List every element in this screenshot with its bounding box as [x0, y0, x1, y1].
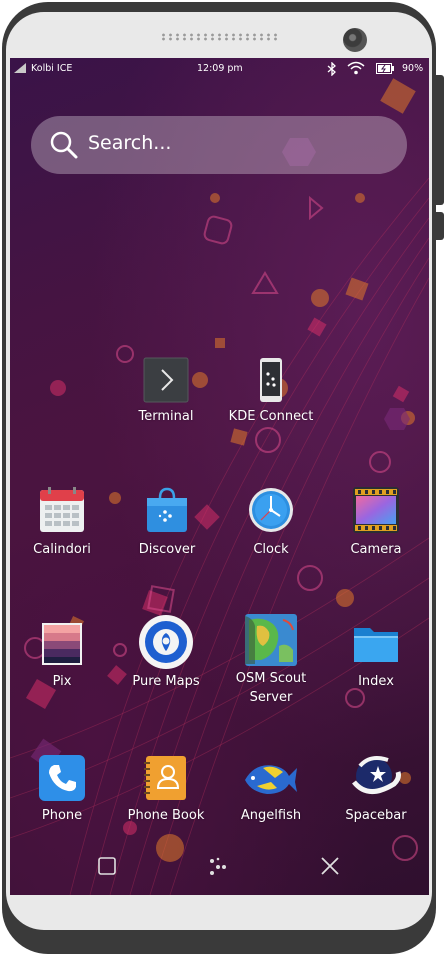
app-label-line1: OSM Scout — [235, 671, 307, 686]
app-clock[interactable]: Clock — [221, 486, 321, 566]
app-angelfish[interactable]: Angelfish — [221, 752, 321, 832]
carrier-name: Kolbi ICE — [31, 63, 73, 74]
app-label: Pure Maps — [132, 674, 200, 689]
app-pix[interactable]: Pix — [12, 618, 112, 698]
terminal-icon — [143, 357, 189, 403]
pure-maps-icon — [139, 615, 193, 669]
app-label: Pix — [52, 674, 72, 689]
app-label: Angelfish — [240, 808, 302, 823]
app-phone[interactable]: Phone — [12, 752, 112, 832]
kde-connect-nav-icon[interactable] — [207, 856, 229, 878]
volume-button — [436, 75, 444, 205]
app-label: Phone Book — [127, 808, 205, 823]
phone-frame: Kolbi ICE 12:09 pm 90% Search... Termina… — [0, 0, 444, 958]
app-terminal[interactable]: Terminal — [116, 352, 216, 432]
angelfish-icon — [245, 765, 297, 794]
app-label: KDE Connect — [228, 409, 314, 424]
search-bar[interactable]: Search... — [31, 116, 407, 174]
front-camera — [343, 28, 367, 52]
app-camera[interactable]: Camera — [326, 486, 426, 566]
app-label-line2: Server — [249, 690, 293, 705]
app-label: Camera — [350, 542, 402, 557]
app-pure-maps[interactable]: Pure Maps — [116, 615, 216, 698]
clock-icon — [249, 488, 293, 532]
app-label: Index — [358, 674, 394, 689]
navigation-bar — [10, 849, 429, 895]
app-label: Spacebar — [345, 808, 407, 823]
home-screen: Kolbi ICE 12:09 pm 90% Search... Termina… — [10, 58, 429, 895]
search-icon — [50, 131, 78, 159]
calendar-icon — [40, 487, 84, 532]
status-time: 12:09 pm — [197, 63, 243, 74]
app-label: Phone — [41, 808, 83, 823]
app-spacebar[interactable]: Spacebar — [326, 752, 426, 832]
app-label: Terminal — [138, 409, 194, 424]
app-discover[interactable]: Discover — [117, 486, 217, 566]
app-label: Discover — [138, 542, 196, 557]
earpiece-speaker — [160, 33, 278, 41]
phone-book-icon — [144, 756, 186, 800]
search-placeholder: Search... — [88, 132, 172, 154]
overview-icon[interactable] — [97, 856, 117, 876]
app-label: Clock — [253, 542, 289, 557]
app-osm-scout-server[interactable]: OSM Scout Server — [221, 610, 321, 710]
pix-icon — [42, 623, 82, 665]
battery-icon — [376, 63, 394, 74]
power-button — [436, 212, 444, 240]
battery-percent: 90% — [402, 63, 424, 74]
bluetooth-icon — [327, 62, 336, 76]
signal-icon — [14, 63, 26, 73]
app-index[interactable]: Index — [326, 618, 426, 698]
camera-icon — [353, 487, 399, 533]
app-kde-connect[interactable]: KDE Connect — [221, 352, 321, 432]
status-bar: Kolbi ICE 12:09 pm 90% — [10, 58, 429, 80]
app-calindori[interactable]: Calindori — [12, 486, 112, 566]
osm-scout-server-icon — [245, 614, 297, 666]
kde-connect-icon — [260, 358, 282, 402]
close-icon[interactable] — [319, 855, 341, 877]
wifi-icon — [347, 61, 365, 75]
spacebar-icon — [352, 756, 401, 794]
app-label: Calindori — [33, 542, 91, 557]
folder-icon — [354, 628, 398, 662]
app-phone-book[interactable]: Phone Book — [116, 752, 216, 832]
discover-bag-icon — [147, 487, 187, 532]
phone-icon — [39, 755, 85, 801]
